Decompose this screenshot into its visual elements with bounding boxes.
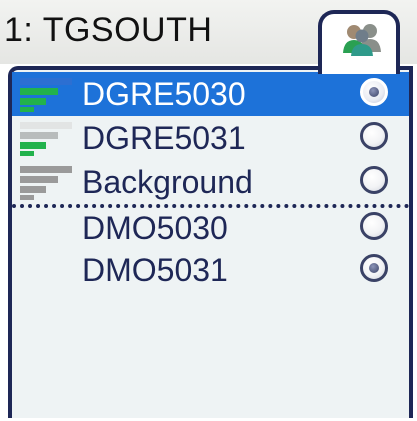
- list-item[interactable]: DGRE5031: [12, 116, 409, 160]
- users-group-icon: [343, 24, 381, 56]
- radio-button[interactable]: [360, 78, 388, 106]
- list-item-label: DMO5031: [82, 252, 228, 288]
- screen: 1: TGSOUTH DGRE5030 DGRE5031 Background …: [0, 0, 417, 421]
- radio-button[interactable]: [360, 122, 388, 150]
- list-item-label: Background: [82, 164, 253, 200]
- list-item-label: DGRE5031: [82, 120, 246, 156]
- signal-bars-icon: [20, 166, 72, 200]
- signal-bars-icon: [20, 122, 72, 156]
- list-item[interactable]: DGRE5030: [12, 72, 409, 116]
- list-item[interactable]: Background: [12, 160, 409, 204]
- list-item-label: DMO5030: [82, 210, 228, 246]
- radio-button[interactable]: [360, 254, 388, 282]
- talkgroup-list: DGRE5030 DGRE5031 Background DMO5030 DMO…: [12, 72, 409, 292]
- list-item[interactable]: DMO5031: [12, 248, 409, 292]
- radio-button[interactable]: [360, 166, 388, 194]
- tab-talkgroup-users[interactable]: [318, 10, 400, 74]
- radio-button[interactable]: [360, 212, 388, 240]
- signal-bars-icon: [20, 78, 72, 112]
- list-item-label: DGRE5030: [82, 76, 246, 112]
- list-item[interactable]: DMO5030: [12, 204, 409, 248]
- page-title: 1: TGSOUTH: [4, 11, 213, 49]
- talkgroup-list-panel: DGRE5030 DGRE5031 Background DMO5030 DMO…: [8, 66, 413, 418]
